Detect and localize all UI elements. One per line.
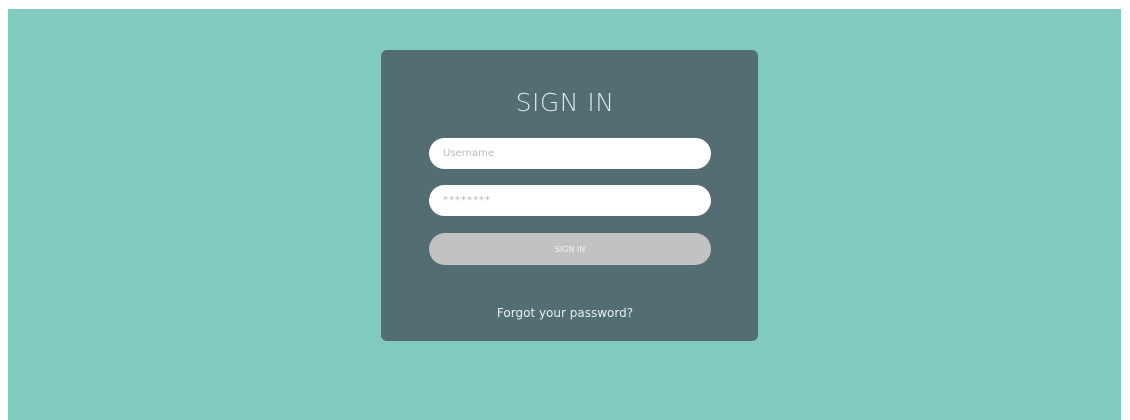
forgot-password-link[interactable]: Forgot your password? <box>0 306 1130 320</box>
sign-in-title: SIGN IN <box>515 88 615 117</box>
username-input[interactable] <box>429 138 711 169</box>
sign-in-button[interactable]: SIGN IN <box>429 233 711 265</box>
password-input[interactable] <box>429 185 711 216</box>
